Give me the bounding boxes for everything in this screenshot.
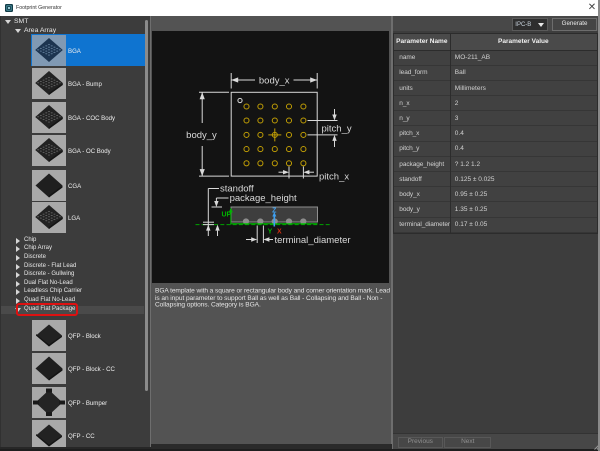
svg-text:body_y: body_y [187, 130, 218, 141]
svg-text:Y: Y [268, 228, 273, 235]
svg-text:pitch_y: pitch_y [322, 123, 352, 134]
svg-text:package_height: package_height [230, 193, 297, 204]
svg-text:body_x: body_x [259, 76, 290, 87]
svg-text:Z: Z [273, 207, 278, 214]
svg-text:pitch_x: pitch_x [319, 172, 349, 183]
svg-text:terminal_diameter: terminal_diameter [275, 235, 351, 246]
svg-text:UP: UP [222, 212, 232, 219]
